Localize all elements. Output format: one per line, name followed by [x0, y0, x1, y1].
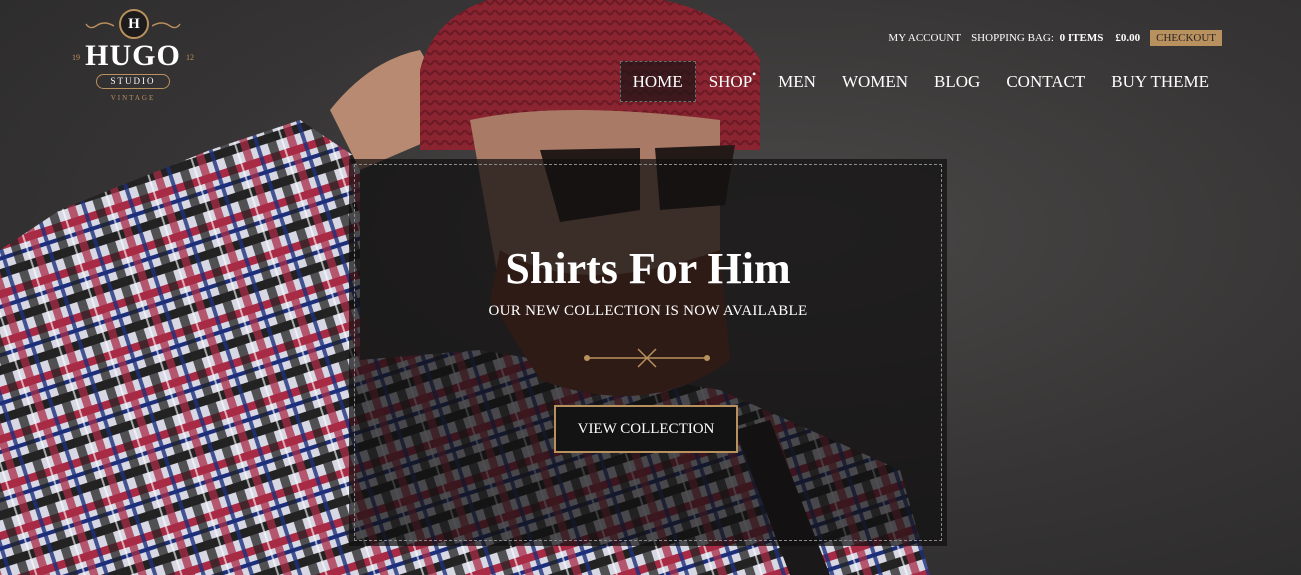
shopping-bag-label: SHOPPING BAG:	[971, 32, 1054, 44]
hero-title: Shirts For Him	[505, 244, 791, 293]
nav-item-women[interactable]: WOMEN	[829, 61, 921, 102]
logo-letter: H	[119, 9, 149, 39]
shopping-bag-link[interactable]: SHOPPING BAG: 0 ITEMS	[971, 32, 1103, 44]
nav-item-shop-label: SHOP	[708, 72, 753, 91]
logo[interactable]: H HUGO 19 12 STUDIO VINTAGE	[70, 6, 196, 106]
nav-item-blog[interactable]: BLOG	[921, 61, 993, 102]
cross-divider-icon	[584, 348, 710, 368]
hero-subtitle: OUR NEW COLLECTION IS NOW AVAILABLE	[488, 303, 808, 319]
nav-item-home[interactable]: HOME	[619, 61, 696, 102]
logo-studio: STUDIO	[96, 74, 170, 89]
nav-item-shop[interactable]: SHOP •	[696, 61, 765, 102]
nav-item-buy-theme[interactable]: BUY THEME	[1098, 61, 1222, 102]
checkout-button[interactable]: CHECKOUT	[1150, 30, 1222, 46]
cart-total: £0.00	[1115, 32, 1141, 44]
my-account-link[interactable]: MY ACCOUNT	[888, 32, 961, 44]
logo-ornament-left-icon	[85, 22, 114, 29]
logo-year-left: 19	[72, 53, 80, 62]
view-collection-button[interactable]: VIEW COLLECTION	[554, 405, 738, 453]
logo-ornament-right-icon	[152, 22, 181, 29]
nav-item-men[interactable]: MEN	[765, 61, 829, 102]
logo-vintage: VINTAGE	[110, 94, 156, 102]
top-account-bar: MY ACCOUNT SHOPPING BAG: 0 ITEMS £0.00 C…	[878, 30, 1222, 46]
nav-item-contact[interactable]: CONTACT	[993, 61, 1098, 102]
logo-name: HUGO	[85, 39, 181, 72]
main-nav: HOME SHOP • MEN WOMEN BLOG CONTACT BUY T…	[619, 61, 1222, 102]
dropdown-dot-icon: •	[751, 67, 757, 81]
logo-year-right: 12	[186, 53, 194, 62]
shopping-bag-count: 0 ITEMS	[1059, 32, 1104, 44]
hero-promo-box: Shirts For Him OUR NEW COLLECTION IS NOW…	[349, 159, 947, 546]
